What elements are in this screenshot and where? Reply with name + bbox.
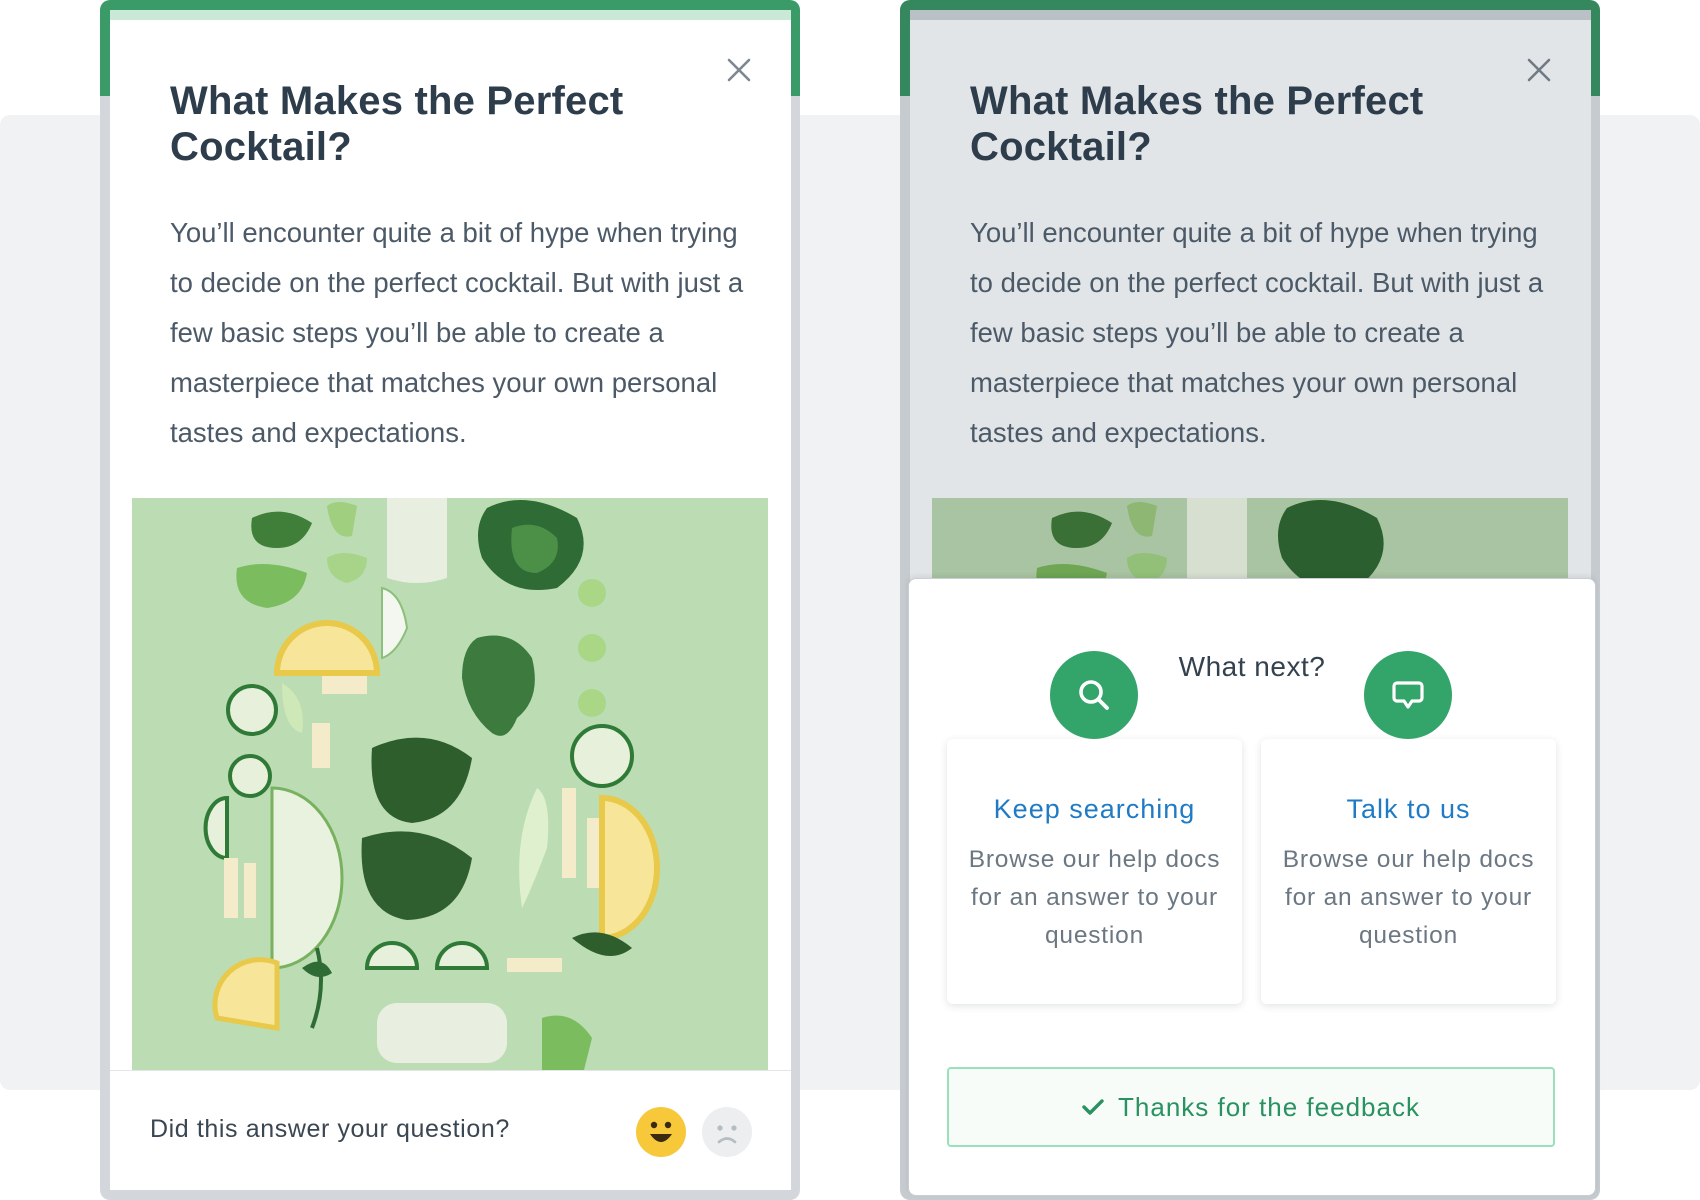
article-panel: What Makes the Perfect Cocktail? You’ll … bbox=[110, 10, 791, 1190]
checkmark-icon bbox=[1082, 1098, 1104, 1116]
article-title: What Makes the Perfect Cocktail? bbox=[170, 79, 624, 169]
feedback-footer: Did this answer your question? bbox=[110, 1070, 791, 1190]
green-vegetables-photo bbox=[132, 498, 768, 1080]
panel-top-line bbox=[110, 10, 791, 20]
keep-searching-label: Keep searching bbox=[993, 794, 1196, 824]
talk-to-us-description: Browse our help docs for an answer to yo… bbox=[1282, 846, 1535, 949]
keep-searching-description: Browse our help docs for an answer to yo… bbox=[968, 846, 1221, 949]
sad-face-icon[interactable] bbox=[702, 1107, 752, 1157]
feedback-confirmation: Thanks for the feedback bbox=[947, 1067, 1555, 1147]
feedback-confirmation-text: Thanks for the feedback bbox=[1118, 1091, 1420, 1122]
article-panel-dimmed: What Makes the Perfect Cocktail? You’ll … bbox=[910, 10, 1591, 600]
green-vegetables-photo bbox=[932, 498, 1568, 590]
talk-to-us-card[interactable]: Talk to us Browse our help docs for an a… bbox=[1261, 651, 1556, 1004]
what-next-modal: What next? Keep searching Browse our hel… bbox=[908, 578, 1596, 1196]
chat-bubble-icon bbox=[1364, 651, 1452, 739]
search-icon bbox=[1050, 651, 1138, 739]
article-title: What Makes the Perfect Cocktail? bbox=[970, 79, 1424, 169]
article-body: You’ll encounter quite a bit of hype whe… bbox=[970, 217, 1544, 448]
feedback-question: Did this answer your question? bbox=[150, 1115, 510, 1143]
what-next-title: What next? bbox=[1178, 651, 1326, 682]
panel-top-line bbox=[910, 10, 1591, 20]
close-icon[interactable] bbox=[724, 55, 754, 85]
keep-searching-card[interactable]: Keep searching Browse our help docs for … bbox=[947, 651, 1242, 1004]
talk-to-us-label: Talk to us bbox=[1346, 794, 1471, 824]
happy-face-icon[interactable] bbox=[636, 1107, 686, 1157]
close-icon[interactable] bbox=[1524, 55, 1554, 85]
article-body: You’ll encounter quite a bit of hype whe… bbox=[170, 217, 744, 448]
